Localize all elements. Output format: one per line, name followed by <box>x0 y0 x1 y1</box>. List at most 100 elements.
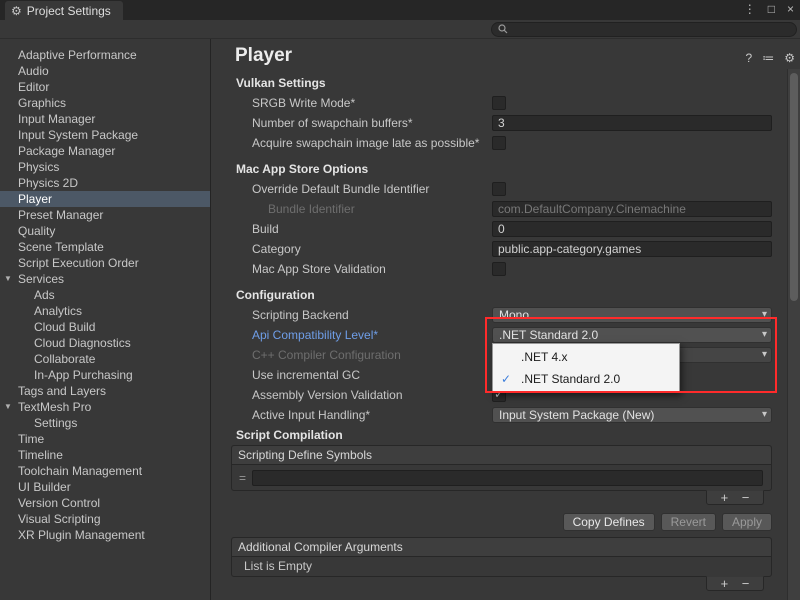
sidebar-item-label: Tags and Layers <box>18 384 106 398</box>
tab-project-settings[interactable]: ⚙ Project Settings <box>5 1 123 20</box>
setting-control <box>492 136 772 150</box>
additional-args-footer: + − <box>211 577 772 595</box>
sidebar: Adaptive PerformanceAudioEditorGraphicsI… <box>0 39 211 600</box>
sidebar-item-visual-scripting[interactable]: Visual Scripting <box>0 511 210 527</box>
sidebar-item-player[interactable]: Player <box>0 191 210 207</box>
sidebar-item-in-app-purchasing[interactable]: In-App Purchasing <box>0 367 210 383</box>
search-input[interactable] <box>512 23 790 35</box>
sidebar-item-physics[interactable]: Physics <box>0 159 210 175</box>
menu-icon[interactable]: ⋮ <box>744 2 756 16</box>
text-field-bundle-identifier[interactable] <box>492 201 772 217</box>
sidebar-item-physics-2d[interactable]: Physics 2D <box>0 175 210 191</box>
sidebar-item-graphics[interactable]: Graphics <box>0 95 210 111</box>
sidebar-item-label: Timeline <box>18 448 63 462</box>
search-box[interactable] <box>491 22 797 37</box>
revert-button[interactable]: Revert <box>661 513 716 531</box>
sidebar-item-xr-plugin-management[interactable]: XR Plugin Management <box>0 527 210 543</box>
additional-args-footer-tab: + − <box>706 576 764 591</box>
setting-label: C++ Compiler Configuration <box>211 348 492 362</box>
titlebar: ⚙ Project Settings ⋮ □ × <box>0 0 800 20</box>
remove-define-button[interactable]: − <box>742 491 750 504</box>
sidebar-item-preset-manager[interactable]: Preset Manager <box>0 207 210 223</box>
sidebar-item-tags-and-layers[interactable]: Tags and Layers <box>0 383 210 399</box>
sidebar-item-label: Cloud Diagnostics <box>34 336 131 350</box>
popup-item-net-4-x[interactable]: .NET 4.x <box>493 346 679 368</box>
popup-item-net-standard-2-0[interactable]: ✓.NET Standard 2.0 <box>493 368 679 390</box>
setting-control: Mono <box>492 307 772 323</box>
sidebar-item-ads[interactable]: Ads <box>0 287 210 303</box>
sidebar-item-quality[interactable]: Quality <box>0 223 210 239</box>
sidebar-item-label: Toolchain Management <box>18 464 142 478</box>
define-symbols-footer: + − <box>211 491 772 509</box>
sidebar-item-script-execution-order[interactable]: Script Execution Order <box>0 255 210 271</box>
add-define-button[interactable]: + <box>721 491 729 504</box>
define-symbol-input[interactable] <box>252 470 763 486</box>
setting-label: Number of swapchain buffers* <box>211 116 492 130</box>
sidebar-item-analytics[interactable]: Analytics <box>0 303 210 319</box>
copy-defines-button[interactable]: Copy Defines <box>563 513 655 531</box>
dropdown-scripting-backend[interactable]: Mono <box>492 307 772 323</box>
setting-row-acquire-swapchain-image-late-as-possible: Acquire swapchain image late as possible… <box>211 133 800 153</box>
sidebar-item-input-manager[interactable]: Input Manager <box>0 111 210 127</box>
close-icon[interactable]: × <box>787 2 794 16</box>
text-field-build[interactable] <box>492 221 772 237</box>
sidebar-item-version-control[interactable]: Version Control <box>0 495 210 511</box>
scrollbar-thumb[interactable] <box>790 73 798 301</box>
setting-label: Acquire swapchain image late as possible… <box>211 136 492 150</box>
sidebar-item-timeline[interactable]: Timeline <box>0 447 210 463</box>
sidebar-item-label: Scene Template <box>18 240 104 254</box>
text-field-number-of-swapchain-buffers[interactable] <box>492 115 772 131</box>
setting-label: Scripting Backend <box>211 308 492 322</box>
define-symbols-footer-tab: + − <box>706 490 764 505</box>
setting-row-category: Category <box>211 239 800 259</box>
sidebar-item-ui-builder[interactable]: UI Builder <box>0 479 210 495</box>
additional-compiler-arguments-title: Additional Compiler Arguments <box>232 538 771 557</box>
sidebar-item-package-manager[interactable]: Package Manager <box>0 143 210 159</box>
sidebar-item-time[interactable]: Time <box>0 431 210 447</box>
checkbox-override-default-bundle-identifier[interactable] <box>492 182 506 196</box>
dropdown-api-compatibility-level[interactable]: .NET Standard 2.0 <box>492 327 772 343</box>
sidebar-item-label: Graphics <box>18 96 66 110</box>
foldout-icon[interactable]: ▼ <box>4 271 12 287</box>
sidebar-item-label: Audio <box>18 64 49 78</box>
help-icon[interactable]: ? <box>746 51 753 65</box>
sidebar-item-editor[interactable]: Editor <box>0 79 210 95</box>
drag-handle-icon[interactable]: = <box>239 471 246 485</box>
sidebar-item-label: Script Execution Order <box>18 256 139 270</box>
setting-row-build: Build <box>211 219 800 239</box>
window-controls: ⋮ □ × <box>744 2 794 16</box>
remove-argument-button[interactable]: − <box>742 577 750 590</box>
add-argument-button[interactable]: + <box>721 577 729 590</box>
dropdown-active-input-handling[interactable]: Input System Package (New) <box>492 407 772 423</box>
sidebar-item-input-system-package[interactable]: Input System Package <box>0 127 210 143</box>
checkbox-srgb-write-mode[interactable] <box>492 96 506 110</box>
sidebar-item-toolchain-management[interactable]: Toolchain Management <box>0 463 210 479</box>
sidebar-item-cloud-build[interactable]: Cloud Build <box>0 319 210 335</box>
apply-button[interactable]: Apply <box>722 513 772 531</box>
sidebar-item-collaborate[interactable]: Collaborate <box>0 351 210 367</box>
sidebar-item-cloud-diagnostics[interactable]: Cloud Diagnostics <box>0 335 210 351</box>
vertical-scrollbar[interactable] <box>787 69 800 600</box>
maximize-icon[interactable]: □ <box>768 2 775 16</box>
sidebar-item-scene-template[interactable]: Scene Template <box>0 239 210 255</box>
setting-control <box>492 96 772 110</box>
setting-label: Override Default Bundle Identifier <box>211 182 492 196</box>
sidebar-item-settings[interactable]: Settings <box>0 415 210 431</box>
setting-label: Assembly Version Validation <box>211 388 492 402</box>
foldout-icon[interactable]: ▼ <box>4 399 12 415</box>
sidebar-item-textmesh-pro[interactable]: ▼TextMesh Pro <box>0 399 210 415</box>
sidebar-item-label: Physics 2D <box>18 176 78 190</box>
settings-gear-icon[interactable]: ⚙ <box>784 51 795 65</box>
checkbox-acquire-swapchain-image-late-as-possible[interactable] <box>492 136 506 150</box>
presets-icon[interactable]: ≔ <box>762 51 774 65</box>
sidebar-item-adaptive-performance[interactable]: Adaptive Performance <box>0 47 210 63</box>
sidebar-item-audio[interactable]: Audio <box>0 63 210 79</box>
setting-control: Input System Package (New) <box>492 407 772 423</box>
setting-control <box>492 241 772 257</box>
sidebar-item-label: Input System Package <box>18 128 138 142</box>
text-field-category[interactable] <box>492 241 772 257</box>
setting-label: Use incremental GC <box>211 368 492 382</box>
sidebar-item-label: Time <box>18 432 44 446</box>
sidebar-item-services[interactable]: ▼Services <box>0 271 210 287</box>
checkbox-mac-app-store-validation[interactable] <box>492 262 506 276</box>
